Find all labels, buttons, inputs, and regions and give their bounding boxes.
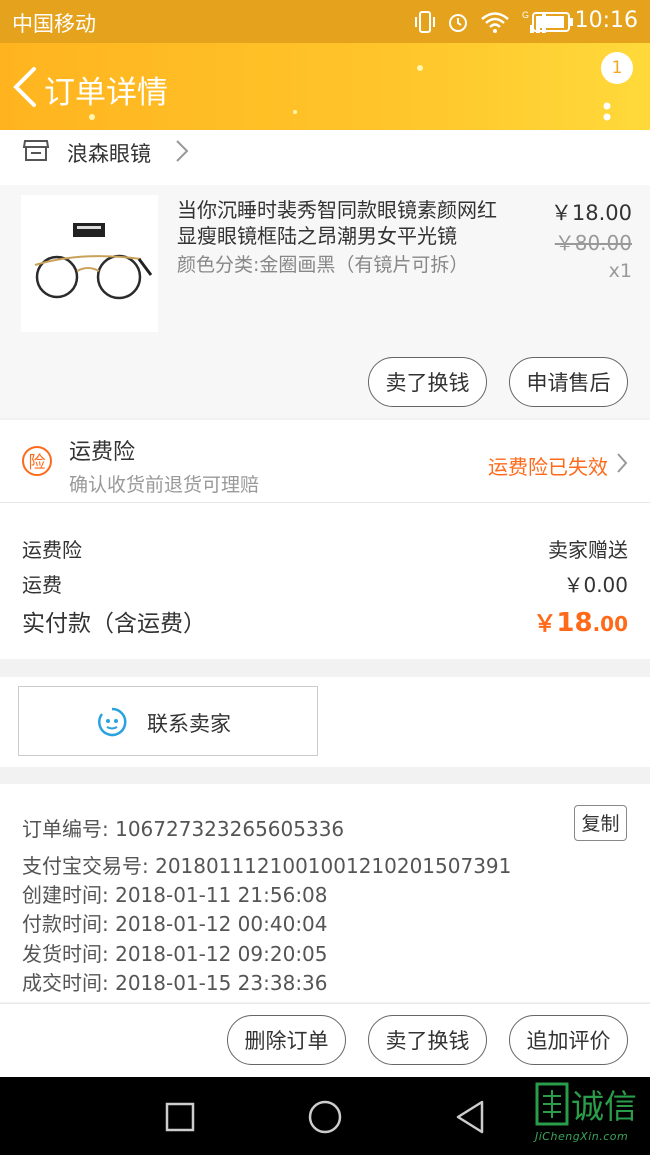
after-sales-button[interactable]: 申请售后	[509, 357, 628, 407]
shop-row[interactable]: 浪森眼镜	[0, 130, 650, 185]
resell-button[interactable]: 卖了换钱	[368, 357, 487, 407]
fee-row-shipping: 运费 ￥0.00	[22, 569, 628, 598]
order-number: 订单编号: 1067273232656053​36	[22, 817, 345, 841]
product-spec: 颜色分类:金圈画黑（有镜片可拆）	[177, 254, 469, 276]
total-integer: 18	[556, 608, 593, 638]
bottom-action-bar: 删除订单 卖了换钱 追加评价	[0, 1003, 650, 1078]
chevron-right-icon	[617, 453, 628, 473]
decorative-sparkle	[89, 114, 95, 120]
status-icons: G	[414, 9, 550, 35]
watermark-text: 诚信	[571, 1087, 637, 1126]
insurance-status: 运费险已失效	[488, 455, 608, 479]
resell-button[interactable]: 卖了换钱	[368, 1015, 487, 1065]
fee-label: 运费险	[22, 538, 82, 562]
contact-seller-label: 联系卖家	[147, 712, 231, 736]
notification-badge[interactable]: 1	[601, 52, 633, 84]
total-currency: ￥	[533, 611, 557, 637]
shipped-time: 发货时间: 2018-01-12 09:20:05	[22, 942, 328, 966]
fee-row-total: 实付款（含运费） ￥18.00	[22, 604, 628, 638]
watermark-logo: 诚信 JiChengXin.com	[533, 1080, 648, 1150]
total-label: 实付款（含运费）	[22, 611, 206, 637]
shop-icon	[22, 140, 50, 161]
carrier-name: 中国移动	[12, 12, 96, 36]
product-quantity: x1	[608, 260, 632, 282]
contact-section: 联系卖家	[0, 677, 650, 767]
status-bar: 中国移动 G 10:16	[0, 0, 650, 43]
order-info: 订单编号: 1067273232656053​36 复制 支付宝交易号: 201…	[0, 784, 650, 1002]
watermark-seal-icon	[535, 1082, 569, 1126]
alarm-icon	[449, 14, 467, 32]
created-time: 创建时间: 2018-01-11 21:56:08	[22, 883, 328, 907]
back-arrow-icon[interactable]	[10, 65, 40, 109]
alipay-trade-number: 支付宝交易号: 2018011121001001210201507391	[22, 854, 512, 878]
completed-time: 成交时间: 2018-01-15 23:38:36	[22, 971, 328, 995]
recent-apps-icon[interactable]	[160, 1097, 200, 1137]
insurance-title: 运费险	[69, 440, 136, 465]
product-thumbnail[interactable]	[21, 195, 158, 332]
paid-time: 付款时间: 2018-01-12 00:40:04	[22, 912, 328, 936]
page-title: 订单详情	[44, 75, 168, 111]
navigation-bar: 订单详情 1	[0, 43, 650, 130]
product-title[interactable]: 当你沉睡时裴秀智同款眼镜素颜网红显瘦眼镜框陆之昂潮男女平光镜	[177, 197, 507, 249]
product-price: ￥18.00	[550, 201, 632, 225]
wifi-icon	[481, 12, 509, 33]
fee-value: 卖家赠送	[548, 538, 628, 562]
fee-label: 运费	[22, 573, 62, 597]
chat-face-icon	[98, 707, 127, 737]
chevron-right-icon	[176, 140, 189, 162]
total-decimal: .00	[592, 612, 628, 636]
copy-button[interactable]: 复制	[574, 805, 627, 841]
product-card[interactable]: 当你沉睡时裴秀智同款眼镜素颜网红显瘦眼镜框陆之昂潮男女平光镜 颜色分类:金圈画黑…	[0, 185, 650, 418]
watermark-domain: JiChengXin.com	[535, 1130, 629, 1143]
decorative-sparkle	[417, 65, 423, 71]
svg-text:G: G	[522, 10, 529, 20]
total-amount: ￥18.00	[533, 604, 628, 638]
decorative-sparkle	[293, 110, 297, 114]
battery-icon	[532, 12, 573, 32]
shipping-insurance-row[interactable]: 险 运费险 确认收货前退货可理赔 运费险已失效	[0, 420, 650, 503]
add-review-button[interactable]: 追加评价	[509, 1015, 628, 1065]
fee-summary: 运费险 卖家赠送 运费 ￥0.00 实付款（含运费） ￥18.00	[0, 503, 650, 659]
clock: 10:16	[574, 8, 638, 33]
insurance-subtitle: 确认收货前退货可理赔	[69, 474, 260, 496]
back-icon[interactable]	[450, 1097, 490, 1137]
delete-order-button[interactable]: 删除订单	[227, 1015, 346, 1065]
fee-value: ￥0.00	[563, 573, 628, 597]
more-options-icon[interactable]	[602, 76, 612, 126]
glasses-image	[34, 223, 153, 300]
insurance-icon: 险	[22, 446, 52, 476]
contact-seller-button[interactable]: 联系卖家	[18, 686, 318, 756]
shop-name: 浪森眼镜	[67, 142, 151, 166]
vibrate-icon	[415, 11, 435, 33]
fee-row-insurance: 运费险 卖家赠送	[22, 534, 628, 563]
home-icon[interactable]	[305, 1097, 345, 1137]
product-original-price: ￥80.00	[554, 231, 632, 255]
